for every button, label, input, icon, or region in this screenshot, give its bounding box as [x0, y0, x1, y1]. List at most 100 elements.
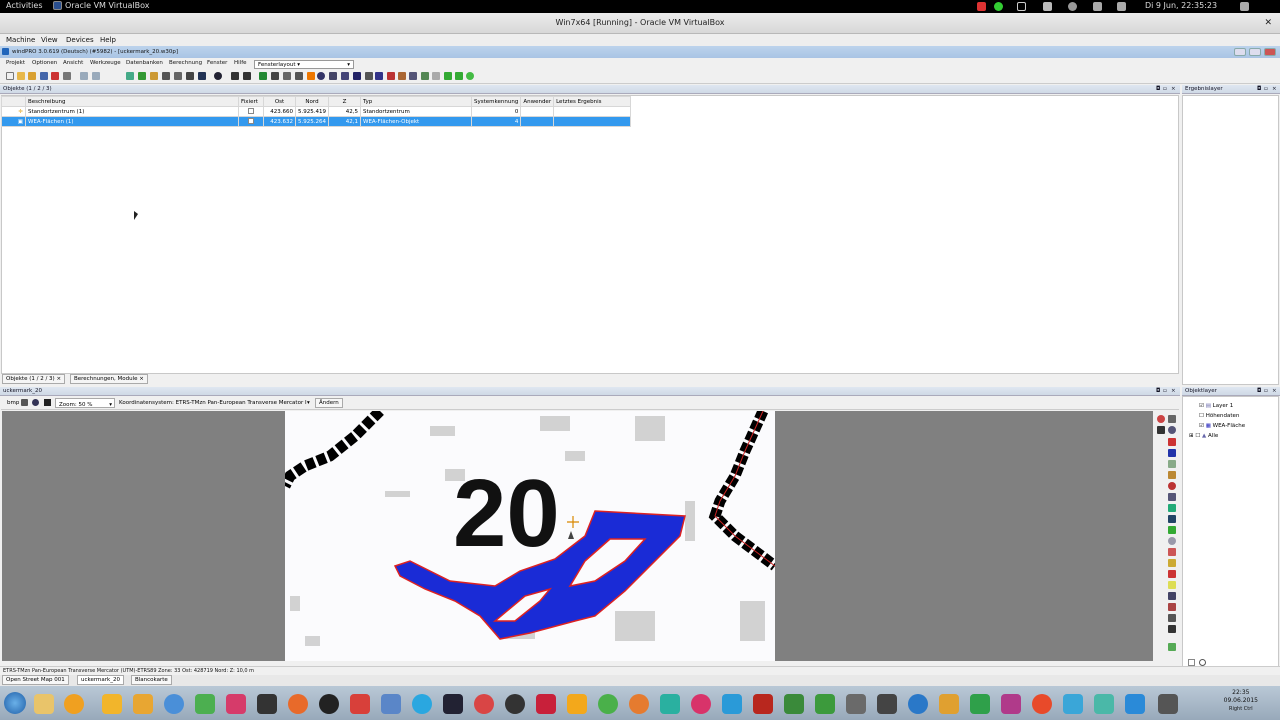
pin-icon[interactable]: ◘ [1257, 86, 1261, 92]
minimize-button[interactable] [1234, 48, 1246, 56]
tool-icon[interactable] [398, 72, 406, 80]
close-icon[interactable]: × [1272, 86, 1277, 92]
tab-berechnungen[interactable]: Berechnungen, Module × [70, 374, 148, 384]
tab-objekte[interactable]: Objekte (1 / 2 / 3) × [2, 374, 66, 384]
folder-icon[interactable] [102, 694, 122, 714]
close-icon[interactable]: × [1272, 388, 1277, 394]
new-icon[interactable] [6, 72, 14, 80]
app-menu[interactable]: Oracle VM VirtualBox [53, 1, 150, 10]
tool-icon[interactable] [444, 72, 452, 80]
restore-icon[interactable]: ▫ [1163, 86, 1167, 92]
tool-icon[interactable] [1168, 643, 1176, 651]
taskbar-clock[interactable]: 22:35 09.06.2015 Right Ctrl [1224, 689, 1258, 713]
tool-icon[interactable] [1168, 493, 1176, 501]
terminal-icon[interactable] [257, 694, 277, 714]
table-row[interactable]: ▣ WEA-Flächen (1) 423.632 5.925.264 42,1… [1, 116, 632, 127]
tool-icon[interactable] [138, 72, 146, 80]
tool-icon[interactable] [1168, 592, 1176, 600]
fixiert-checkbox[interactable] [248, 107, 254, 114]
undo-icon[interactable] [80, 72, 88, 80]
app-icon[interactable] [970, 694, 990, 714]
tool-icon[interactable] [271, 72, 279, 80]
close-x-icon[interactable] [1017, 2, 1026, 11]
layer-item[interactable]: ☑ ▤ Layer 1 [1199, 403, 1233, 409]
menu-machine[interactable]: Machine [6, 36, 35, 44]
wifi-icon[interactable] [1117, 2, 1126, 11]
menu-fenster[interactable]: Fenster [207, 60, 227, 66]
vlc-icon[interactable] [567, 694, 587, 714]
app-icon[interactable] [877, 694, 897, 714]
app-icon[interactable] [598, 694, 618, 714]
col-ost[interactable]: Ost [263, 96, 296, 107]
menu-werkzeuge[interactable]: Werkzeuge [90, 60, 121, 66]
pin-icon[interactable]: ◘ [1257, 388, 1261, 394]
app-icon[interactable] [1094, 694, 1114, 714]
tool-icon[interactable] [295, 72, 303, 80]
save-icon[interactable] [40, 72, 48, 80]
files-icon[interactable] [133, 694, 153, 714]
menu-optionen[interactable]: Optionen [32, 60, 57, 66]
tool-icon[interactable] [317, 72, 325, 80]
tool-icon[interactable] [409, 72, 417, 80]
eject-icon[interactable] [1043, 2, 1052, 11]
tool-icon[interactable] [231, 72, 239, 80]
globe-icon[interactable] [32, 399, 39, 406]
col-letztes-ergebnis[interactable]: Letztes Ergebnis [553, 96, 632, 107]
tool-icon[interactable] [1168, 460, 1176, 468]
app-icon[interactable] [784, 694, 804, 714]
col-typ[interactable]: Typ [360, 96, 472, 107]
print-icon[interactable] [63, 72, 71, 80]
menu-view[interactable]: View [41, 36, 58, 44]
redo-icon[interactable] [92, 72, 100, 80]
fensterlayout-combo[interactable]: Fensterlayout ▾ ▾ [254, 60, 354, 69]
tool-icon[interactable] [1168, 526, 1176, 534]
tool-icon[interactable] [387, 72, 395, 80]
map-canvas[interactable]: 20 [285, 411, 775, 661]
tool-icon[interactable] [1168, 504, 1176, 512]
app-grid-icon[interactable] [1158, 694, 1178, 714]
open-icon[interactable] [17, 72, 25, 80]
delete-icon[interactable] [51, 72, 59, 80]
tool-icon[interactable] [353, 72, 361, 80]
power-icon[interactable] [1240, 2, 1249, 11]
tool-icon[interactable] [1168, 515, 1176, 523]
app-icon[interactable] [1125, 694, 1145, 714]
tool-icon[interactable] [329, 72, 337, 80]
hand-icon[interactable] [1168, 415, 1176, 423]
tool-icon[interactable] [341, 72, 349, 80]
chevron-down-icon[interactable]: ▾ [307, 400, 310, 406]
tool-icon[interactable] [283, 72, 291, 80]
tab-blancokarte[interactable]: Blancokarte [131, 675, 172, 685]
menu-ansicht[interactable]: Ansicht [63, 60, 83, 66]
tool-icon[interactable] [150, 72, 158, 80]
tool-icon[interactable] [455, 72, 463, 80]
chrome-icon[interactable] [164, 694, 184, 714]
menu-help[interactable]: Help [100, 36, 116, 44]
tool-icon[interactable] [243, 72, 251, 80]
close-icon[interactable]: × [1171, 86, 1176, 92]
col-z[interactable]: Z [328, 96, 361, 107]
tool-icon[interactable] [375, 72, 383, 80]
app-icon[interactable] [629, 694, 649, 714]
firefox-icon[interactable] [288, 694, 308, 714]
tool-icon[interactable] [1168, 471, 1176, 479]
pin-icon[interactable]: ◘ [1156, 388, 1160, 394]
tool-icon[interactable] [186, 72, 194, 80]
tool-icon[interactable] [1168, 570, 1176, 578]
tool-icon[interactable] [432, 72, 440, 80]
col-anwender[interactable]: Anwender [520, 96, 555, 107]
app-icon[interactable] [660, 694, 680, 714]
menu-projekt[interactable]: Projekt [6, 60, 25, 66]
clock[interactable]: Di 9 Jun, 22:35:23 [1145, 1, 1217, 10]
tool-icon[interactable] [1168, 548, 1176, 556]
app-icon[interactable] [1001, 694, 1021, 714]
tool-icon[interactable] [466, 72, 474, 80]
activities-button[interactable]: Activities [6, 1, 43, 10]
tab-uckermark[interactable]: uckermark_20 [77, 675, 124, 685]
cloud-icon[interactable] [1068, 2, 1077, 11]
stop-icon[interactable] [44, 399, 51, 406]
close-icon[interactable]: × [1171, 388, 1176, 394]
app-icon[interactable] [474, 694, 494, 714]
menu-devices[interactable]: Devices [66, 36, 94, 44]
close-icon[interactable]: × [56, 376, 61, 382]
